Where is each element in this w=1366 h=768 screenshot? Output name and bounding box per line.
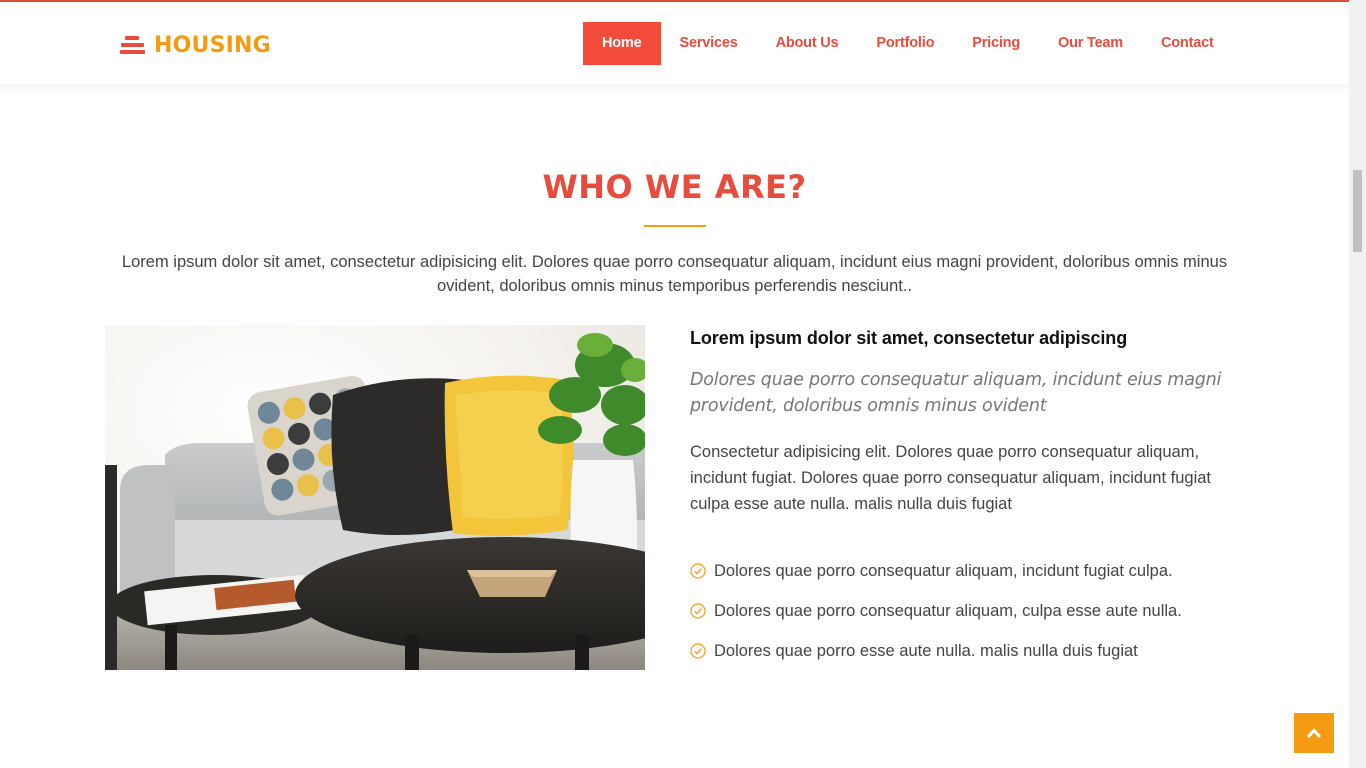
intro-text: Lorem ipsum dolor sit amet, consectetur …	[121, 253, 1228, 295]
stacked-bars-icon	[120, 35, 145, 56]
nav-our-team[interactable]: Our Team	[1039, 22, 1142, 65]
checklist-text: Dolores quae porro consequatur aliquam, …	[714, 561, 1173, 580]
scrollbar-thumb[interactable]	[1353, 170, 1362, 252]
nav-services[interactable]: Services	[661, 22, 757, 65]
checklist-text: Dolores quae porro consequatur aliquam, …	[714, 601, 1182, 620]
main-nav: Home Services About Us Portfolio Pricing…	[583, 22, 1233, 65]
page-scrollbar[interactable]	[1349, 0, 1366, 768]
nav-contact[interactable]: Contact	[1142, 22, 1233, 65]
about-content: Lorem ipsum dolor sit amet, consectetur …	[690, 325, 1230, 671]
nav-about-us[interactable]: About Us	[757, 22, 858, 65]
content-body: Consectetur adipisicing elit. Dolores qu…	[690, 443, 1211, 513]
back-to-top-button[interactable]	[1294, 713, 1334, 753]
list-item: Dolores quae porro consequatur aliquam, …	[690, 551, 1230, 591]
title-underline	[644, 225, 706, 227]
nav-portfolio[interactable]: Portfolio	[857, 22, 953, 65]
list-item: Dolores quae porro esse aute nulla. mali…	[690, 631, 1230, 671]
logo[interactable]: HOUSING	[120, 33, 271, 58]
check-circle-icon	[690, 563, 706, 579]
chevron-up-icon	[1306, 728, 1322, 739]
site-header: HOUSING Home Services About Us Portfolio…	[0, 2, 1349, 84]
feature-checklist: Dolores quae porro consequatur aliquam, …	[690, 551, 1230, 671]
check-circle-icon	[690, 643, 706, 659]
check-circle-icon	[690, 603, 706, 619]
section-title: WHO WE ARE?	[542, 168, 807, 206]
nav-home[interactable]: Home	[583, 22, 661, 65]
logo-text: HOUSING	[154, 33, 271, 58]
checklist-text: Dolores quae porro esse aute nulla. mali…	[714, 641, 1138, 660]
nav-pricing[interactable]: Pricing	[953, 22, 1039, 65]
list-item: Dolores quae porro consequatur aliquam, …	[690, 591, 1230, 631]
living-room-photo	[105, 325, 645, 670]
content-lead: Dolores quae porro consequatur aliquam, …	[690, 370, 1222, 416]
content-heading: Lorem ipsum dolor sit amet, consectetur …	[690, 328, 1128, 348]
